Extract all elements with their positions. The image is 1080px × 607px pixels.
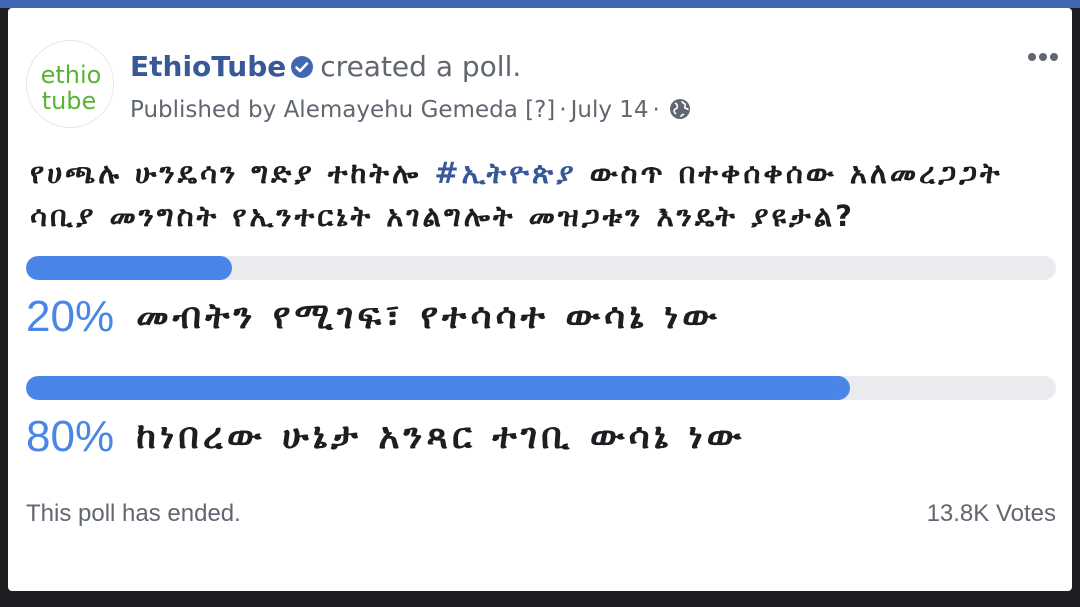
question-text-part1: የሀጫሉ ሁንዴሳን ግድያ ተከትሎ	[30, 156, 435, 190]
post-meta: Published by Alemayehu Gemeda [?] · July 1…	[130, 95, 692, 129]
top-header-strip	[0, 0, 1080, 8]
poll-option-2-percent: 80%	[26, 412, 115, 461]
post-action-text: created a poll.	[320, 50, 522, 83]
post-header: EthioTube created a poll.	[130, 50, 521, 87]
poll-post-card: ethio tube EthioTube created a poll. Publ…	[8, 8, 1072, 591]
poll-status: This poll has ended.	[26, 500, 241, 527]
help-marker[interactable]: [?]	[525, 97, 555, 123]
hashtag-link[interactable]: #ኢትዮጵያ	[434, 156, 576, 190]
bottom-strip	[0, 592, 1080, 607]
page-avatar[interactable]: ethio tube	[26, 40, 114, 128]
ethiotube-logo: ethio tube	[27, 41, 113, 127]
page-name-link[interactable]: EthioTube	[130, 50, 286, 83]
poll-option-1-fill	[26, 256, 232, 280]
post-date-link[interactable]: July 14	[571, 97, 649, 123]
logo-line1: ethio	[41, 61, 102, 89]
poll-option-1-percent: 20%	[26, 292, 115, 341]
poll-option-2-bar	[26, 376, 1056, 400]
poll-option-2-label: ከነበረው ሁኔታ አንጻር ተገቢ ውሳኔ ነው	[136, 416, 746, 457]
logo-line2: tube	[42, 87, 97, 115]
vote-count[interactable]: 13.8K Votes	[927, 500, 1056, 528]
globe-icon[interactable]	[668, 97, 692, 129]
poll-question: የሀጫሉ ሁንዴሳን ግድያ ተከትሎ #ኢትዮጵያ ውስጥ በተቀሰቀሰው አ…	[30, 152, 1070, 238]
poll-option-2-fill	[26, 376, 850, 400]
published-by-text[interactable]: Published by Alemayehu Gemeda	[130, 97, 518, 123]
poll-option-2: 80% ከነበረው ሁኔታ አንጻር ተገቢ ውሳኔ ነው	[26, 412, 745, 462]
poll-option-1: 20% መብትን የሚገፍ፣ የተሳሳተ ውሳኔ ነው	[26, 292, 721, 342]
verified-badge-icon	[290, 53, 314, 87]
more-options-icon[interactable]	[1028, 46, 1068, 66]
poll-option-1-bar	[26, 256, 1056, 280]
poll-option-1-label: መብትን የሚገፍ፣ የተሳሳተ ውሳኔ ነው	[136, 296, 721, 337]
